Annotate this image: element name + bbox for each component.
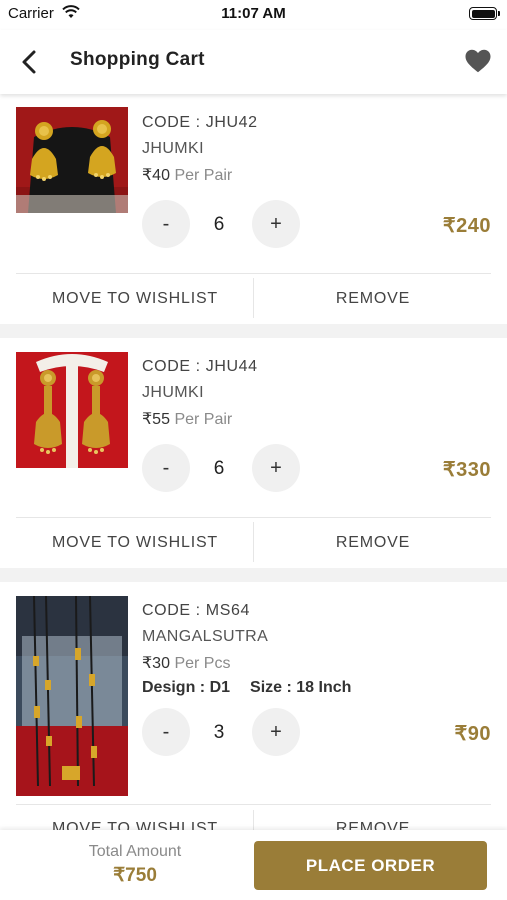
product-category: JHUMKI [142, 140, 204, 157]
increase-quantity-button[interactable]: + [252, 444, 300, 492]
clock: 11:07 AM [221, 5, 286, 22]
quantity-value: 6 [213, 214, 225, 235]
decrease-quantity-button[interactable]: - [142, 444, 190, 492]
product-image-jhumki[interactable] [16, 352, 128, 468]
quantity-value: 6 [213, 458, 225, 479]
cart-item: CODE : MS64 MANGALSUTRA ₹30 Per Pcs Desi… [0, 582, 507, 830]
product-code: CODE : JHU44 [142, 358, 258, 375]
quantity-value: 3 [213, 722, 225, 743]
unit-price: ₹40 Per Pair [142, 167, 233, 184]
move-to-wishlist-button[interactable]: MOVE TO WISHLIST [16, 534, 254, 552]
product-code: CODE : JHU42 [142, 114, 258, 131]
design-label: Design : D1 [142, 679, 231, 696]
cart-item: CODE : JHU44 JHUMKI ₹55 Per Pair - 6 + ₹… [0, 338, 507, 568]
back-arrow-icon[interactable] [14, 46, 46, 78]
divider [16, 517, 491, 518]
product-specs: Design : D1 Size : 18 Inch [142, 679, 351, 697]
product-code: CODE : MS64 [142, 602, 250, 619]
navigation-bar: Shopping Cart [0, 30, 507, 94]
product-category: MANGALSUTRA [142, 628, 269, 645]
size-label: Size : 18 Inch [250, 679, 352, 696]
cart-item: CODE : JHU42 JHUMKI ₹40 Per Pair - 6 + ₹… [0, 94, 507, 324]
wishlist-heart-icon[interactable] [463, 46, 493, 76]
divider [16, 804, 491, 805]
product-category: JHUMKI [142, 384, 204, 401]
place-order-button[interactable]: PLACE ORDER [254, 841, 487, 890]
battery-icon [469, 7, 500, 20]
checkout-bar: Total Amount ₹750 PLACE ORDER [0, 830, 507, 900]
move-to-wishlist-button[interactable]: MOVE TO WISHLIST [16, 820, 254, 830]
increase-quantity-button[interactable]: + [252, 200, 300, 248]
product-image-jhumki[interactable] [16, 107, 128, 213]
decrease-quantity-button[interactable]: - [142, 200, 190, 248]
status-bar: Carrier 11:07 AM [0, 0, 507, 30]
page-title: Shopping Cart [70, 49, 205, 70]
remove-button[interactable]: REMOVE [254, 290, 492, 308]
decrease-quantity-button[interactable]: - [142, 708, 190, 756]
increase-quantity-button[interactable]: + [252, 708, 300, 756]
cart-list[interactable]: CODE : JHU42 JHUMKI ₹40 Per Pair - 6 + ₹… [0, 94, 507, 830]
remove-button[interactable]: REMOVE [254, 820, 492, 830]
line-total: ₹330 [442, 459, 491, 481]
move-to-wishlist-button[interactable]: MOVE TO WISHLIST [16, 290, 254, 308]
product-image-mangalsutra[interactable] [16, 596, 128, 796]
line-total: ₹240 [442, 215, 491, 237]
remove-button[interactable]: REMOVE [254, 534, 492, 552]
line-total: ₹90 [454, 723, 491, 745]
unit-price: ₹30 Per Pcs [142, 655, 231, 672]
total-amount-value: ₹750 [113, 865, 157, 886]
divider [16, 273, 491, 274]
total-amount-label: Total Amount [88, 843, 182, 860]
unit-price: ₹55 Per Pair [142, 411, 233, 428]
